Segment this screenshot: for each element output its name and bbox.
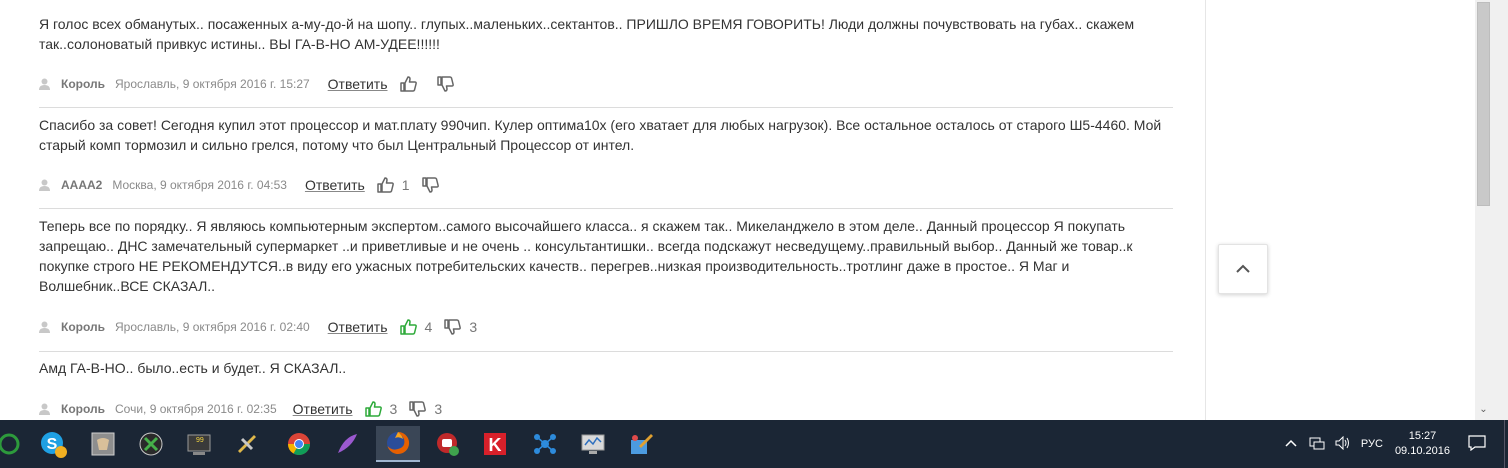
dislike-count: 3 bbox=[469, 319, 478, 335]
windows-defender-icon[interactable] bbox=[0, 426, 28, 462]
utility-app-icon[interactable] bbox=[228, 426, 266, 462]
comment-text: Спасибо за совет! Сегодня купил этот про… bbox=[39, 117, 1162, 153]
like-count: 1 bbox=[401, 177, 410, 193]
comment-item: Спасибо за совет! Сегодня купил этот про… bbox=[39, 115, 1173, 193]
clock-time: 15:27 bbox=[1408, 430, 1437, 442]
thumbs-down-icon bbox=[421, 177, 439, 193]
user-icon bbox=[39, 179, 50, 191]
scroll-down-arrow[interactable]: ⌄ bbox=[1475, 402, 1492, 418]
dislike-count: 3 bbox=[434, 401, 443, 417]
dislike-button[interactable]: 3 bbox=[444, 319, 477, 335]
comment-date: Ярославль, 9 октября 2016 г. 02:40 bbox=[115, 320, 310, 334]
comment-item: Я голос всех обманутых.. посаженных а-му… bbox=[39, 14, 1173, 92]
system-tray: РУС 15:27 09.10.2016 bbox=[1285, 420, 1508, 468]
reply-link[interactable]: Ответить bbox=[328, 319, 388, 335]
thumbs-down-icon bbox=[436, 76, 454, 92]
chevron-up-icon[interactable] bbox=[1285, 438, 1297, 450]
paint-app-icon[interactable] bbox=[622, 426, 660, 462]
action-center-icon[interactable] bbox=[1468, 434, 1486, 454]
windows-taskbar: S 99 K РУС 15:27 09.10.2016 bbox=[0, 420, 1508, 468]
divider bbox=[39, 351, 1173, 352]
like-button[interactable]: 1 bbox=[377, 177, 410, 193]
vertical-scrollbar[interactable]: ⌄ bbox=[1475, 0, 1508, 420]
thumbs-up-icon bbox=[399, 76, 417, 92]
comment-item: Амд ГА-В-НО.. было..есть и будет.. Я СКА… bbox=[39, 358, 1173, 417]
comment-date: Москва, 9 октября 2016 г. 04:53 bbox=[112, 178, 287, 192]
dislike-button[interactable]: 3 bbox=[409, 401, 442, 417]
thumbs-up-icon bbox=[377, 177, 394, 193]
network-app-icon[interactable] bbox=[526, 426, 564, 462]
comment-author[interactable]: Король bbox=[61, 402, 105, 416]
like-count: 4 bbox=[424, 319, 433, 335]
like-button[interactable]: 4 bbox=[399, 319, 433, 335]
bowl-app-icon[interactable] bbox=[84, 426, 122, 462]
scrollbar-thumb[interactable] bbox=[1477, 2, 1490, 206]
firefox-icon[interactable] bbox=[376, 426, 420, 462]
volume-icon[interactable] bbox=[1335, 435, 1351, 453]
user-icon bbox=[39, 321, 50, 333]
reply-link[interactable]: Ответить bbox=[328, 76, 388, 92]
show-desktop-button[interactable] bbox=[1504, 420, 1508, 468]
comment-meta: АААА2 Москва, 9 октября 2016 г. 04:53 От… bbox=[39, 175, 459, 195]
svg-text:99: 99 bbox=[196, 437, 204, 444]
reply-link[interactable]: Ответить bbox=[305, 177, 365, 193]
chevron-up-icon bbox=[1236, 264, 1250, 273]
comment-text: Амд ГА-В-НО.. было..есть и будет.. Я СКА… bbox=[39, 360, 347, 376]
comment-author[interactable]: Король bbox=[61, 77, 105, 91]
svg-text:K: K bbox=[489, 435, 502, 455]
comment-meta: Король Ярославль, 9 октября 2016 г. 02:4… bbox=[39, 317, 489, 337]
like-button[interactable] bbox=[399, 76, 425, 92]
thumbs-up-icon bbox=[399, 319, 417, 335]
kaspersky-icon[interactable]: K bbox=[476, 426, 514, 462]
divider bbox=[39, 107, 1173, 108]
like-count: 3 bbox=[389, 401, 398, 417]
red-app-icon[interactable] bbox=[428, 426, 466, 462]
comment-text: Я голос всех обманутых.. посаженных а-му… bbox=[39, 16, 1135, 52]
like-button[interactable]: 3 bbox=[364, 401, 398, 417]
comment-meta: Король Ярославль, 9 октября 2016 г. 15:2… bbox=[39, 74, 474, 94]
language-indicator[interactable]: РУС bbox=[1361, 438, 1383, 450]
clock[interactable]: 15:27 09.10.2016 bbox=[1395, 429, 1450, 459]
network-icon[interactable] bbox=[1309, 436, 1325, 453]
comment-text: Теперь все по порядку.. Я являюсь компью… bbox=[39, 218, 1133, 294]
scroll-to-top-button[interactable] bbox=[1218, 244, 1268, 294]
comment-date: Ярославль, 9 октября 2016 г. 15:27 bbox=[115, 77, 310, 91]
xbox-icon[interactable] bbox=[132, 426, 170, 462]
right-sidebar bbox=[1205, 0, 1475, 420]
thumbs-down-icon bbox=[444, 319, 462, 335]
comment-author[interactable]: АААА2 bbox=[61, 178, 102, 192]
divider bbox=[39, 208, 1173, 209]
chrome-icon[interactable] bbox=[280, 426, 318, 462]
clock-date: 09.10.2016 bbox=[1394, 445, 1450, 457]
dislike-button[interactable] bbox=[421, 177, 447, 193]
thumbs-down-icon bbox=[409, 401, 427, 417]
user-icon bbox=[39, 78, 50, 90]
comment-author[interactable]: Король bbox=[61, 320, 105, 334]
comment-date: Сочи, 9 октября 2016 г. 02:35 bbox=[115, 402, 277, 416]
monitor-app-icon[interactable] bbox=[574, 426, 612, 462]
user-icon bbox=[39, 403, 50, 415]
dislike-button[interactable] bbox=[436, 76, 462, 92]
comments-section: Я голос всех обманутых.. посаженных а-му… bbox=[0, 0, 1205, 420]
browser-viewport: Я голос всех обманутых.. посаженных а-му… bbox=[0, 0, 1508, 420]
feather-app-icon[interactable] bbox=[328, 426, 366, 462]
thumbs-up-icon bbox=[364, 401, 382, 417]
99-app-icon[interactable]: 99 bbox=[180, 426, 218, 462]
skype-icon[interactable]: S bbox=[34, 426, 72, 462]
comment-meta: Король Сочи, 9 октября 2016 г. 02:35 Отв… bbox=[39, 399, 454, 419]
reply-link[interactable]: Ответить bbox=[293, 401, 353, 417]
comment-item: Теперь все по порядку.. Я являюсь компью… bbox=[39, 216, 1173, 335]
